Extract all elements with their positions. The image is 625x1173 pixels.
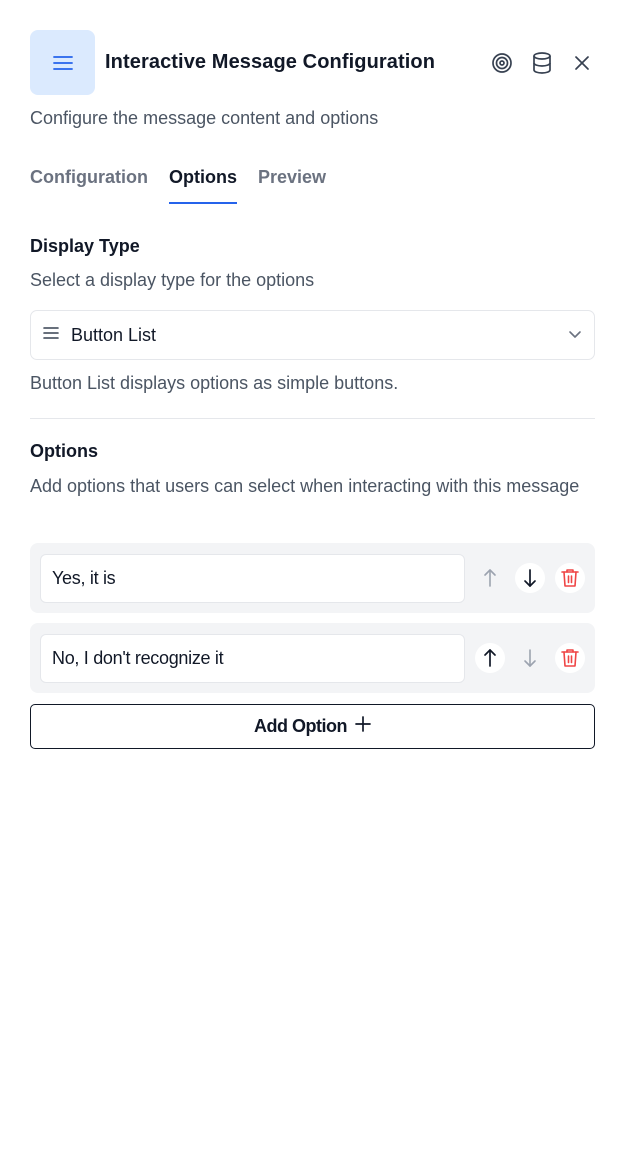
display-type-helper: Button List displays options as simple b… xyxy=(30,373,399,393)
option-row xyxy=(30,543,595,613)
panel-title: Interactive Message Configuration xyxy=(105,51,436,73)
option-input[interactable] xyxy=(40,634,465,683)
arrow-down-icon xyxy=(524,649,536,667)
display-type-selected: Button List xyxy=(71,324,157,345)
display-type-title: Display Type xyxy=(30,236,140,256)
options-description: Add options that users can select when i… xyxy=(30,476,580,496)
tab-options[interactable]: Options xyxy=(168,164,237,204)
move-down-button[interactable] xyxy=(515,643,545,673)
arrow-up-icon xyxy=(484,569,496,587)
section-divider xyxy=(30,418,595,419)
list-icon xyxy=(43,326,59,345)
list-icon xyxy=(30,30,95,95)
option-row xyxy=(30,623,595,693)
move-up-button[interactable] xyxy=(475,563,505,593)
delete-option-button[interactable] xyxy=(555,643,585,673)
tab-bar: Configuration Options Preview xyxy=(30,164,326,204)
header-actions xyxy=(489,30,595,95)
move-down-button[interactable] xyxy=(515,563,545,593)
option-input[interactable] xyxy=(40,554,465,603)
plus-icon xyxy=(355,716,371,737)
display-type-description: Select a display type for the options xyxy=(30,270,315,290)
add-option-label: Add Option xyxy=(254,716,347,736)
arrow-up-icon xyxy=(484,649,496,667)
display-type-select[interactable]: Button List xyxy=(30,310,595,360)
panel-header: Interactive Message Configuration xyxy=(30,30,595,95)
options-title: Options xyxy=(30,441,98,461)
delete-option-button[interactable] xyxy=(555,563,585,593)
chevron-down-icon xyxy=(568,327,582,346)
close-icon[interactable] xyxy=(569,50,595,76)
interactive-message-panel: Interactive Message Configuration Config… xyxy=(0,0,625,1173)
arrow-down-icon xyxy=(524,569,536,587)
trash-icon xyxy=(561,569,579,587)
move-up-button[interactable] xyxy=(475,643,505,673)
trash-icon xyxy=(561,649,579,667)
tab-preview[interactable]: Preview xyxy=(258,164,326,204)
panel-subtitle: Configure the message content and option… xyxy=(30,108,379,128)
target-icon[interactable] xyxy=(489,50,515,76)
database-icon[interactable] xyxy=(529,50,555,76)
tab-configuration[interactable]: Configuration xyxy=(30,164,148,204)
add-option-button[interactable]: Add Option xyxy=(30,704,595,749)
